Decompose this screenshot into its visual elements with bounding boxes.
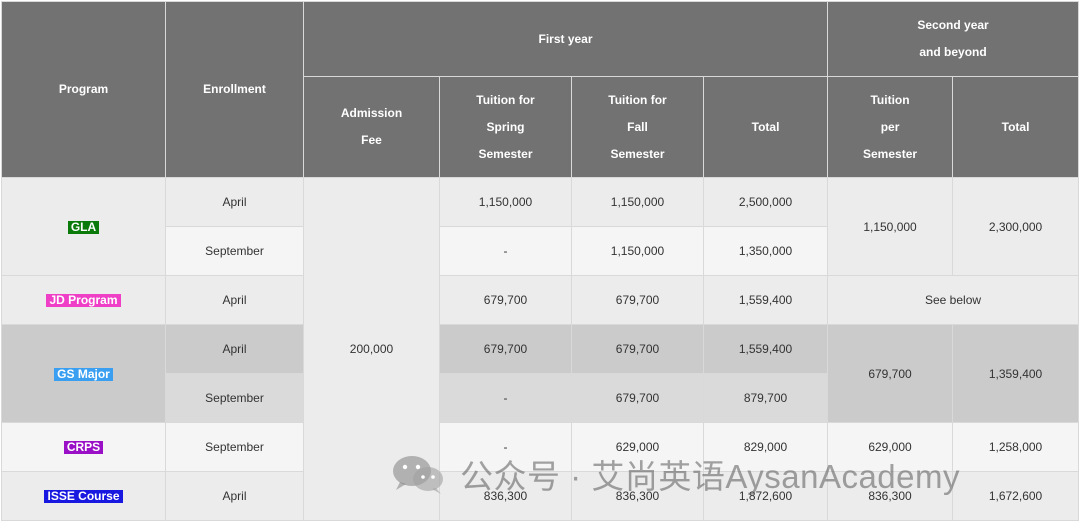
first-year-total-cell: 879,700 (702, 373, 829, 423)
second-year-total-cell: 2,300,000 (952, 177, 1080, 276)
second-year-tuition-cell: 836,300 (827, 471, 954, 521)
fall-tuition-cell: 679,700 (571, 324, 704, 374)
spring-tuition-cell: - (439, 226, 572, 276)
fall-tuition-cell: 1,150,000 (571, 177, 704, 227)
first-year-total-cell: 2,500,000 (702, 177, 829, 227)
header-tuition-per-semester-line-3: Semester (863, 146, 918, 161)
header-tuition-fall-line-1: Tuition for (608, 92, 667, 107)
header-total-second-year: Total (952, 76, 1080, 178)
header-tuition-fall-line-2: Fall (627, 119, 648, 134)
header-tuition-per-semester: Tuition per Semester (827, 76, 954, 178)
enrollment-cell: April (165, 471, 304, 521)
admission-fee-cell: 200,000 (303, 177, 440, 521)
enrollment-cell: September (165, 373, 304, 423)
header-tuition-per-semester-line-1: Tuition (870, 92, 910, 107)
program-cell-gs: GS Major (1, 324, 166, 423)
header-tuition-fall: Tuition for Fall Semester (571, 76, 704, 178)
table-row: ISSE Course April 836,300 836,300 1,872,… (1, 471, 1080, 521)
fall-tuition-cell: 1,150,000 (571, 226, 704, 276)
table-row: GS Major April 679,700 679,700 1,559,400… (1, 324, 1080, 423)
first-year-total-cell: 829,000 (702, 422, 829, 472)
spring-tuition-cell: - (439, 373, 572, 423)
header-tuition-spring-line-1: Tuition for (476, 92, 535, 107)
fall-tuition-cell: 679,700 (571, 373, 704, 423)
second-year-see-below-cell: See below (827, 275, 1080, 325)
second-year-total-cell: 1,672,600 (952, 471, 1080, 521)
header-row-1: Program Enrollment First year Second yea… (1, 1, 1080, 178)
spring-tuition-cell: - (439, 422, 572, 472)
program-tag-gla: GLA (67, 220, 100, 234)
enrollment-cell: April (165, 177, 304, 227)
header-enrollment: Enrollment (165, 1, 304, 178)
header-second-year-line-1: Second year (917, 18, 989, 32)
header-tuition-spring-line-2: Spring (486, 119, 525, 134)
table-row: CRPS September - 629,000 829,000 629,000… (1, 422, 1080, 472)
enrollment-cell: September (165, 226, 304, 276)
first-year-total-cell: 1,872,600 (702, 471, 829, 521)
header-tuition-spring: Tuition for Spring Semester (439, 76, 572, 178)
second-year-total-cell: 1,258,000 (952, 422, 1080, 472)
first-year-total-cell: 1,559,400 (702, 324, 829, 374)
header-program: Program (1, 1, 166, 178)
header-admission-fee: Admission Fee (303, 76, 440, 178)
spring-tuition-cell: 836,300 (439, 471, 572, 521)
fall-tuition-cell: 629,000 (571, 422, 704, 472)
first-year-total-cell: 1,559,400 (702, 275, 829, 325)
second-year-tuition-cell: 1,150,000 (827, 177, 954, 276)
program-cell-gla: GLA (1, 177, 166, 276)
enrollment-cell: September (165, 422, 304, 472)
spring-tuition-cell: 679,700 (439, 324, 572, 374)
program-tag-gs: GS Major (54, 367, 113, 381)
first-year-total-cell: 1,350,000 (702, 226, 829, 276)
enrollment-cell: April (165, 275, 304, 325)
header-tuition-per-semester-line-2: per (880, 119, 900, 134)
header-first-year: First year (302, 1, 829, 77)
second-year-tuition-cell: 629,000 (827, 422, 954, 472)
header-admission-fee-line-1: Admission (340, 106, 403, 120)
header-total-first-year: Total (702, 76, 829, 178)
header-second-year: Second year and beyond (827, 1, 1080, 77)
program-tag-jd: JD Program (46, 294, 121, 307)
header-admission-fee-line-2: Fee (361, 133, 382, 147)
tuition-table: Program Enrollment First year Second yea… (1, 1, 1080, 521)
enrollment-cell: April (165, 324, 304, 374)
second-year-tuition-cell: 679,700 (827, 324, 954, 423)
header-tuition-spring-line-3: Semester (478, 146, 533, 161)
second-year-total-cell: 1,359,400 (952, 324, 1080, 423)
program-cell-jd: JD Program (1, 275, 166, 325)
program-cell-isse: ISSE Course (1, 471, 166, 521)
program-tag-crps: CRPS (63, 441, 104, 454)
header-second-year-line-2: and beyond (919, 45, 987, 59)
program-cell-crps: CRPS (1, 422, 166, 472)
spring-tuition-cell: 679,700 (439, 275, 572, 325)
table-row: GLA April 200,000 1,150,000 1,150,000 2,… (1, 177, 1080, 521)
spring-tuition-cell: 1,150,000 (439, 177, 572, 227)
fall-tuition-cell: 836,300 (571, 471, 704, 521)
fall-tuition-cell: 679,700 (571, 275, 704, 325)
table-row: JD Program April 679,700 679,700 1,559,4… (1, 275, 1080, 325)
header-tuition-fall-line-3: Semester (610, 146, 665, 161)
program-tag-isse: ISSE Course (44, 490, 123, 503)
